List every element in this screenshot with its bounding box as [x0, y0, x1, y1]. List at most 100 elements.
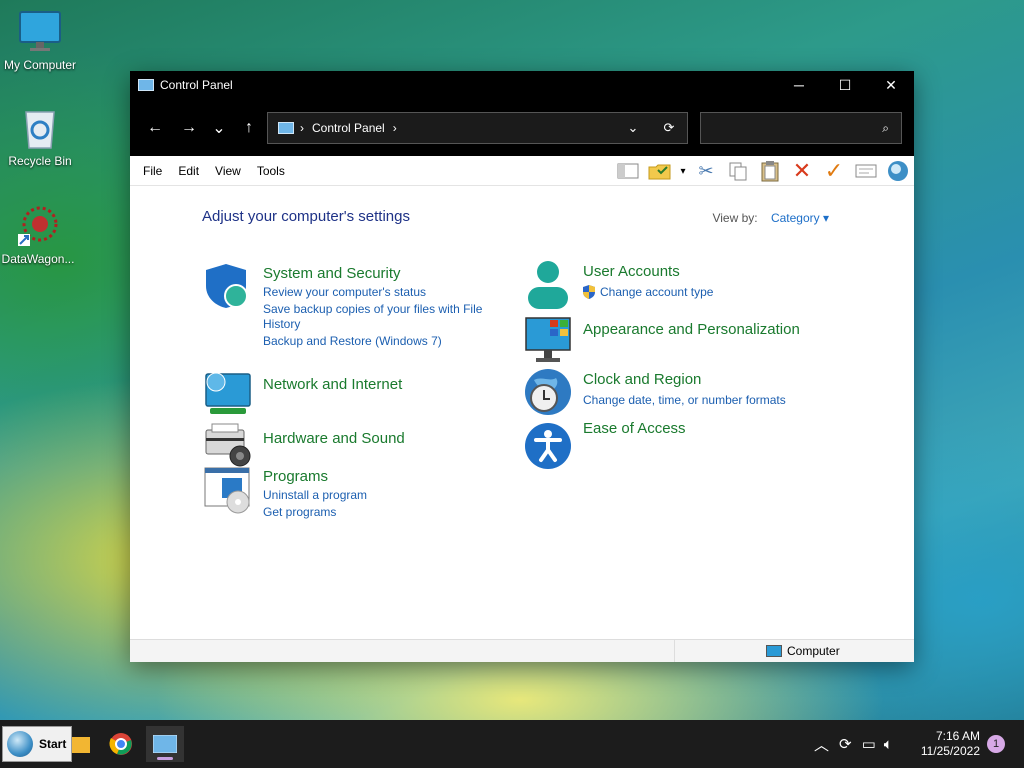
control-panel-icon [153, 735, 177, 753]
volume-icon[interactable]: 🔈︎ [884, 736, 893, 753]
breadcrumb-control-panel[interactable]: Control Panel [312, 121, 385, 135]
recent-locations-button[interactable]: ⌄ [206, 113, 232, 143]
check-icon[interactable]: ✓ [818, 157, 850, 185]
category-system-security: System and Security Review your computer… [204, 262, 504, 352]
category-network-internet: Network and Internet [204, 368, 504, 416]
close-button[interactable]: ✕ [868, 71, 914, 99]
clock[interactable]: 7:16 AM 11/25/2022 [921, 729, 980, 759]
category-title[interactable]: Appearance and Personalization [583, 321, 800, 338]
copy-icon[interactable] [722, 157, 754, 185]
control-panel-icon [278, 122, 294, 134]
back-button[interactable]: ← [138, 113, 172, 143]
category-title[interactable]: System and Security [263, 265, 401, 282]
properties-icon[interactable] [850, 157, 882, 185]
layout-icon[interactable] [612, 157, 644, 185]
folder-check-icon[interactable] [644, 157, 676, 185]
uac-shield-icon [582, 285, 596, 299]
clock-globe-icon [524, 368, 572, 416]
category-title[interactable]: Clock and Region [583, 371, 701, 388]
category-link[interactable]: Save backup copies of your files with Fi… [263, 302, 482, 316]
maximize-button[interactable]: ☐ [822, 71, 868, 99]
menu-edit[interactable]: Edit [170, 164, 207, 178]
shell-icon[interactable] [882, 157, 914, 185]
breadcrumb-separator[interactable]: › [393, 121, 397, 135]
page-heading: Adjust your computer's settings [202, 208, 410, 225]
delete-icon[interactable]: ✕ [786, 157, 818, 185]
appearance-icon [524, 316, 572, 364]
sync-icon[interactable]: ⟳ [839, 735, 852, 753]
chevron-up-icon[interactable]: ︿ [814, 734, 829, 755]
category-link[interactable]: Uninstall a program [263, 488, 367, 502]
category-title[interactable]: Programs [263, 468, 328, 485]
breadcrumb-separator: › [300, 121, 304, 135]
window-title: Control Panel [160, 78, 233, 92]
view-by-dropdown[interactable]: Category ▾ [771, 211, 829, 225]
status-bar: Computer [130, 639, 914, 662]
address-dropdown-button[interactable]: ⌄ [615, 120, 651, 136]
clock-date: 11/25/2022 [920, 744, 980, 758]
menu-view[interactable]: View [207, 164, 249, 178]
taskbar-file-explorer[interactable] [72, 726, 92, 762]
status-location: Computer [766, 644, 840, 658]
start-button[interactable]: Start [2, 726, 72, 762]
printer-icon [204, 422, 252, 470]
desktop-icon-label: DataWagon... [1, 252, 75, 266]
category-link[interactable]: Get programs [263, 505, 336, 519]
category-ease-of-access: Ease of Access [524, 420, 824, 470]
search-icon: ⌕ [882, 120, 889, 135]
display-icon[interactable]: ▭ [862, 735, 876, 753]
up-button[interactable]: ↑ [232, 113, 266, 143]
user-icon [524, 260, 572, 309]
computer-icon [766, 645, 782, 657]
search-box[interactable]: ⌕ [700, 112, 902, 144]
forward-button[interactable]: → [172, 113, 206, 143]
title-bar[interactable]: Control Panel ─ ☐ ✕ [130, 71, 914, 99]
system-tray: ︿ ⟳ ▭ 🔈︎ [814, 720, 893, 768]
category-link[interactable]: Change account type [582, 285, 713, 299]
category-hardware-sound: Hardware and Sound [204, 422, 504, 470]
category-title[interactable]: Network and Internet [263, 376, 402, 393]
content-area: Adjust your computer's settings View by:… [130, 186, 914, 638]
view-by-label: View by: [712, 211, 758, 225]
notification-badge[interactable]: 1 [987, 735, 1005, 753]
datawagon-icon [16, 204, 60, 248]
category-link[interactable]: Change date, time, or number formats [583, 393, 786, 407]
start-orb-icon [7, 731, 33, 757]
taskbar-chrome[interactable] [102, 726, 140, 762]
minimize-button[interactable]: ─ [776, 71, 822, 99]
view-by: View by: Category ▾ [712, 211, 829, 225]
desktop-icon-my-computer[interactable]: My Computer [0, 10, 80, 72]
category-title[interactable]: User Accounts [583, 263, 680, 280]
category-title[interactable]: Hardware and Sound [263, 430, 405, 447]
menu-bar: File Edit View Tools ▾ ✂ ✕ ✓ [130, 156, 914, 186]
menu-file[interactable]: File [135, 164, 170, 178]
folder-icon [72, 737, 90, 753]
chrome-icon [109, 733, 132, 755]
category-link[interactable]: Backup and Restore (Windows 7) [263, 334, 442, 348]
desktop-icon-recycle-bin[interactable]: Recycle Bin [0, 106, 80, 168]
control-panel-window: Control Panel ─ ☐ ✕ ← → ⌄ ↑ › Control Pa… [130, 71, 914, 662]
monitor-icon [18, 10, 62, 54]
desktop-icon-datawagon[interactable]: DataWagon... [0, 204, 78, 266]
address-bar[interactable]: › Control Panel › ⌄ ⟳ [267, 112, 688, 144]
category-clock-region: Clock and Region Change date, time, or n… [524, 368, 844, 418]
paste-icon[interactable] [754, 157, 786, 185]
cut-icon[interactable]: ✂ [690, 157, 722, 185]
ease-of-access-icon [524, 422, 572, 470]
desktop-icon-label: Recycle Bin [8, 154, 72, 168]
category-link[interactable]: Review your computer's status [263, 285, 426, 299]
dropdown-icon[interactable]: ▾ [676, 157, 690, 185]
network-icon [204, 368, 252, 416]
category-user-accounts: User Accounts Change account type [524, 260, 824, 312]
category-programs: Programs Uninstall a program Get program… [204, 466, 504, 526]
refresh-button[interactable]: ⟳ [651, 120, 687, 136]
recycle-bin-icon [18, 106, 62, 150]
menu-tools[interactable]: Tools [249, 164, 293, 178]
shield-icon [204, 262, 252, 310]
category-link[interactable]: History [263, 317, 300, 331]
taskbar: Start ︿ ⟳ ▭ 🔈︎ 7:16 AM 11/25/2022 1 [0, 720, 1024, 768]
desktop-icon-label: My Computer [3, 58, 77, 72]
toolbar: ▾ ✂ ✕ ✓ [612, 156, 914, 186]
category-title[interactable]: Ease of Access [583, 420, 686, 437]
taskbar-control-panel[interactable] [146, 726, 184, 762]
